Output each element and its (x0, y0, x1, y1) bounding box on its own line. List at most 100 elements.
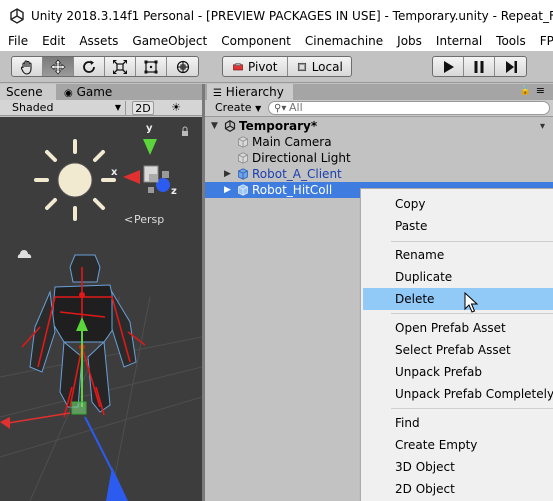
shading-mode-dropdown[interactable]: Shaded ▼ (2, 101, 126, 115)
menu-gameobject[interactable]: GameObject (125, 34, 214, 48)
prefab-cube-icon (238, 184, 248, 196)
local-toggle-button[interactable]: Local (288, 57, 352, 76)
scene-options-icon[interactable]: ▾ (540, 119, 545, 135)
menu-tools[interactable]: Tools (489, 34, 533, 48)
lock-icon[interactable] (182, 126, 188, 136)
menu-fps-sample[interactable]: FPS Sampl (533, 34, 553, 48)
menu-component[interactable]: Component (214, 34, 298, 48)
hierarchy-tab-strip: ☰ Hierarchy 🔒 ≡ (205, 84, 553, 100)
hand-icon (20, 59, 32, 75)
hierarchy-search-input[interactable]: ⚲▾ All (268, 101, 550, 115)
menu-item-2d-object[interactable]: 2D Object (363, 478, 553, 500)
menu-file[interactable]: File (0, 34, 35, 48)
move-arrows-icon (50, 59, 66, 74)
rect-tool-button[interactable] (136, 57, 167, 76)
step-icon (505, 60, 517, 73)
hierarchy-toolbar: Create ▼ ⚲▾ All (205, 100, 553, 117)
playmode-controls (432, 56, 527, 77)
scene-root-row[interactable]: ▼ Temporary* ▾ (205, 118, 553, 134)
menu-assets[interactable]: Assets (72, 34, 125, 48)
menu-item-rename[interactable]: Rename (363, 244, 553, 266)
pivot-label: Pivot (248, 59, 278, 74)
main-toolbar: Pivot Local (0, 51, 553, 83)
menu-jobs[interactable]: Jobs (390, 34, 429, 48)
menu-separator (391, 408, 553, 409)
gizmo-axis-x: x (111, 167, 118, 178)
menu-bar: File Edit Assets GameObject Component Ci… (0, 31, 553, 51)
menu-item-copy[interactable]: Copy (363, 193, 553, 215)
transform-all-icon (176, 60, 189, 73)
shading-mode-value: Shaded (12, 101, 54, 114)
hierarchy-item-main-camera[interactable]: Main Camera (205, 134, 553, 150)
menu-item-unpack-prefab[interactable]: Unpack Prefab (363, 361, 553, 383)
tab-hierarchy[interactable]: ☰ Hierarchy (207, 84, 293, 100)
menu-edit[interactable]: Edit (35, 34, 72, 48)
hierarchy-item-label: Robot_HitColl (252, 183, 333, 197)
menu-item-select-prefab-asset[interactable]: Select Prefab Asset (363, 339, 553, 361)
create-dropdown[interactable]: Create ▼ (211, 101, 263, 115)
menu-item-create-empty[interactable]: Create Empty (363, 434, 553, 456)
tab-game-label: Game (76, 85, 113, 99)
step-button[interactable] (495, 57, 526, 76)
hand-tool-button[interactable] (12, 57, 43, 76)
window-title: Unity 2018.3.14f1 Personal - [PREVIEW PA… (31, 8, 553, 23)
tab-game[interactable]: ◉ Game (58, 84, 128, 100)
tab-hierarchy-label: Hierarchy (225, 85, 284, 99)
title-bar: Unity 2018.3.14f1 Personal - [PREVIEW PA… (0, 0, 553, 31)
play-button[interactable] (433, 57, 464, 76)
rotate-tool-button[interactable] (74, 57, 105, 76)
toggle-2d-button[interactable]: 2D (132, 101, 154, 115)
scale-icon (113, 59, 127, 74)
local-label: Local (311, 59, 343, 74)
persp-text: Persp (134, 213, 164, 226)
rotate-icon (83, 60, 95, 73)
create-label: Create (215, 101, 252, 114)
unity-scene-icon (224, 120, 236, 132)
panel-lock-icon[interactable]: 🔒 (520, 86, 531, 96)
menu-item-delete[interactable]: Delete (363, 288, 553, 310)
persp-label[interactable]: < Persp (124, 213, 164, 226)
transform-all-tool-button[interactable] (167, 57, 198, 76)
orientation-gizmo[interactable]: y x z (111, 123, 177, 197)
svg-text:<: < (124, 213, 133, 226)
pivot-local-group: Pivot Local (222, 56, 352, 77)
hierarchy-item-label: Main Camera (252, 135, 332, 149)
scene-name: Temporary* (239, 119, 318, 133)
pivot-icon (233, 62, 243, 70)
search-placeholder: All (289, 101, 303, 114)
tab-scene-label: Scene (6, 85, 43, 99)
robot-model[interactable] (21, 254, 146, 418)
menu-item-duplicate[interactable]: Duplicate (363, 266, 553, 288)
directional-light-sun-icon (34, 139, 116, 221)
menu-separator (391, 241, 553, 242)
scale-tool-button[interactable] (105, 57, 136, 76)
tab-scene[interactable]: Scene (0, 84, 56, 100)
menu-item-open-prefab-asset[interactable]: Open Prefab Asset (363, 317, 553, 339)
gizmo-axis-y: y (146, 123, 153, 134)
dropdown-arrow-icon: ▼ (114, 103, 121, 112)
scene-viewport[interactable]: y x z < Persp (0, 117, 202, 501)
fold-open-icon: ▼ (211, 121, 218, 131)
menu-item-unpack-prefab-completely[interactable]: Unpack Prefab Completely (363, 383, 553, 405)
context-menu: Copy Paste Rename Duplicate Delete Open … (360, 188, 553, 501)
toggle-2d-label: 2D (135, 102, 151, 115)
move-tool-button[interactable] (43, 57, 74, 76)
pause-button[interactable] (464, 57, 495, 76)
scene-canvas: y x z < Persp (0, 123, 202, 501)
gizmo-axis-z: z (171, 186, 177, 197)
menu-internal[interactable]: Internal (429, 34, 489, 48)
fold-closed-icon[interactable]: ▶ (224, 166, 231, 182)
menu-item-3d-object[interactable]: 3D Object (363, 456, 553, 478)
fold-closed-icon[interactable]: ▶ (224, 182, 231, 198)
scene-lighting-toggle[interactable]: ☀ (166, 101, 186, 115)
game-tab-icon: ◉ (64, 88, 73, 99)
hierarchy-item-robot-a-client[interactable]: ▶ Robot_A_Client (205, 166, 553, 182)
unity-logo-icon (10, 7, 24, 24)
menu-item-paste[interactable]: Paste (363, 215, 553, 237)
panel-menu-icon[interactable]: ≡ (536, 84, 545, 97)
hierarchy-item-directional-light[interactable]: Directional Light (205, 150, 553, 166)
menu-cinemachine[interactable]: Cinemachine (298, 34, 390, 48)
prefab-cube-icon (238, 168, 248, 180)
pivot-toggle-button[interactable]: Pivot (223, 57, 288, 76)
menu-item-find[interactable]: Find (363, 412, 553, 434)
